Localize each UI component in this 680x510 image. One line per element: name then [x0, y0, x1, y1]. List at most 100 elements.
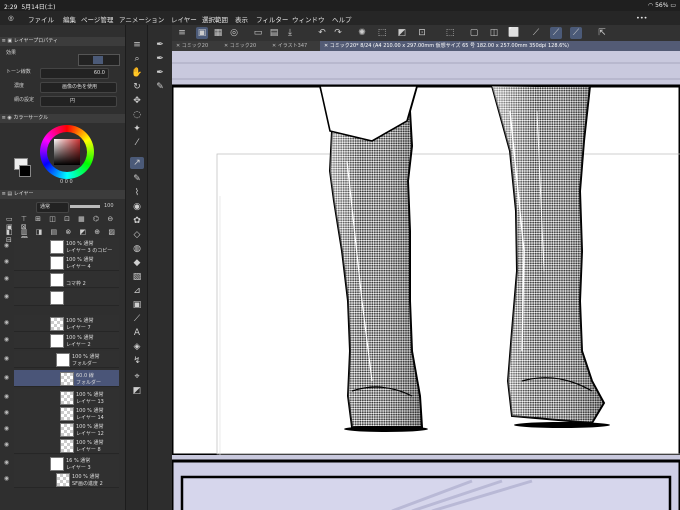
layer-panel-header[interactable]: ≡ ▤ レイヤー	[0, 190, 125, 199]
sub-tool-pen-icon[interactable]: ✒	[153, 39, 167, 51]
tab-comic-1[interactable]: ✕ コミック20	[172, 41, 222, 51]
layer-row[interactable]: ◉ 100 % 通常 レイヤー 14	[4, 405, 119, 422]
layer-row[interactable]: ◉ 100 % 通常 レイヤー 4	[4, 254, 119, 271]
opacity-slider[interactable]	[70, 205, 100, 208]
clear-icon[interactable]: ⬚	[376, 27, 388, 39]
layer-row[interactable]: ◉ 100 % 通常 レイヤー 12	[4, 421, 119, 438]
layer-row[interactable]: ◉ 100 % 通常 レイヤー 2	[4, 332, 119, 349]
line-correction-icon[interactable]: ↯	[130, 355, 144, 367]
layer-row[interactable]: ◉ 100 % 通常 レイヤー 3 のコピー	[4, 238, 119, 255]
eye-icon[interactable]: ◉	[3, 336, 10, 343]
layer-row[interactable]: ◉ 100 % 通常 レイヤー 13	[4, 389, 119, 406]
save-icon[interactable]: ⤓	[284, 27, 296, 39]
layer-view-icon[interactable]: ▣	[196, 27, 208, 39]
layer-row[interactable]: ◉ 100 % 通常 レイヤー 8	[4, 437, 119, 454]
loading-icon[interactable]: ✺	[356, 27, 368, 39]
menu-view[interactable]: 表示	[235, 14, 248, 24]
eye-icon[interactable]: ◉	[3, 459, 10, 466]
more-icon[interactable]: •••	[636, 14, 648, 22]
eye-icon[interactable]: ◉	[3, 275, 10, 282]
eye-icon[interactable]: ◉	[3, 425, 10, 432]
effect-buttons[interactable]	[78, 54, 120, 66]
color-select[interactable]: 画像の色を使用	[40, 82, 117, 93]
canvas-area[interactable]	[172, 51, 680, 510]
shape-select[interactable]: 円	[40, 96, 117, 107]
gradient-icon[interactable]: ▧	[130, 271, 144, 283]
lasso-icon[interactable]: ◌	[130, 109, 144, 121]
move-icon[interactable]: ✥	[130, 95, 144, 107]
menu-help[interactable]: ヘルプ	[332, 14, 352, 24]
eye-icon[interactable]: ◉	[3, 319, 10, 326]
eye-icon[interactable]: ◉	[3, 475, 10, 482]
eyedropper-icon[interactable]: ⁄	[130, 137, 144, 149]
sub-tool-pen2-icon[interactable]: ✒	[153, 53, 167, 65]
blend-mode-select[interactable]: 通常	[36, 202, 69, 213]
crop-icon[interactable]: ▢	[468, 27, 480, 39]
open-icon[interactable]: ▤	[268, 27, 280, 39]
color-circle-header[interactable]: ≡ ◉ カラーサークル	[0, 114, 125, 123]
menu-selection[interactable]: 選択範囲	[202, 14, 228, 24]
settings-icon[interactable]: ◎	[228, 27, 240, 39]
expand-icon[interactable]: ⬜	[508, 27, 520, 39]
eye-icon[interactable]: ◉	[3, 355, 10, 362]
eye-icon[interactable]: ◉	[3, 409, 10, 416]
deselect-icon[interactable]: ⬚	[444, 27, 456, 39]
balloon-icon[interactable]: ◈	[130, 341, 144, 353]
snap-ruler-icon[interactable]: ⟋	[530, 27, 542, 39]
redo-icon[interactable]: ↷	[332, 27, 344, 39]
menu-file[interactable]: ファイル	[28, 14, 54, 24]
layer-row[interactable]: ◉ コマ枠 2	[4, 271, 119, 288]
layer-row[interactable]: ◉ 60.0 線フォルダー	[4, 370, 119, 387]
magic-wand-icon[interactable]: ✦	[130, 123, 144, 135]
decoration-icon[interactable]: ✿	[130, 215, 144, 227]
view-icon[interactable]: ▦	[212, 27, 224, 39]
sub-tool-pen3-icon[interactable]: ✒	[153, 67, 167, 79]
menu-toggle-icon[interactable]: ≡	[176, 27, 188, 39]
fill-icon[interactable]: ◆	[130, 257, 144, 269]
layer-row[interactable]: ◉	[4, 289, 119, 306]
zoom-icon[interactable]: ⌕	[130, 53, 144, 65]
frame-icon[interactable]: ▣	[130, 299, 144, 311]
menu-layer[interactable]: レイヤー	[171, 14, 197, 24]
snap-grid-icon[interactable]: ⟋	[570, 27, 582, 39]
layer-row[interactable]: ◉ 16 % 通常 レイヤー 3	[4, 455, 119, 472]
eye-icon[interactable]: ◉	[3, 242, 10, 249]
saturation-square[interactable]	[54, 139, 80, 165]
tone-effect-button[interactable]	[93, 56, 103, 64]
pencil-icon[interactable]: ✎	[130, 173, 144, 185]
manga-page[interactable]	[172, 51, 680, 510]
eye-icon[interactable]: ◉	[3, 258, 10, 265]
hand-icon[interactable]: ✋	[130, 67, 144, 79]
eye-icon[interactable]: ◉	[3, 393, 10, 400]
eye-icon[interactable]: ◉	[3, 374, 10, 381]
airbrush-icon[interactable]: ◉	[130, 201, 144, 213]
brush-icon[interactable]: ⌇	[130, 187, 144, 199]
layer-row[interactable]: ◉ 100 % 通常 レイヤー 7	[4, 315, 119, 332]
object-icon[interactable]: ⌖	[130, 371, 144, 383]
blend-icon[interactable]: ◍	[130, 243, 144, 255]
snap-special-icon[interactable]: ⟋	[550, 27, 562, 39]
tone-density-field[interactable]: 60.0	[40, 68, 109, 79]
menu-window[interactable]: ウィンドウ	[292, 14, 325, 24]
fill-selection-icon[interactable]: ◩	[396, 27, 408, 39]
tab-comic-2[interactable]: ✕ コミック20	[220, 41, 270, 51]
menu-icon[interactable]: ≡	[130, 39, 144, 51]
rotate-icon[interactable]: ↻	[130, 81, 144, 93]
layer-property-header[interactable]: ≡ ▣ レイヤープロパティ	[0, 37, 125, 46]
layer-row[interactable]: ◉ 100 % 通常 SF画の進度 2	[4, 471, 119, 488]
ruler-icon[interactable]: ⟋	[130, 313, 144, 325]
tab-illust[interactable]: ✕ イラスト347	[268, 41, 322, 51]
layer-row[interactable]: ◉ 100 % 通常 フォルダー	[4, 351, 119, 368]
eye-icon[interactable]: ◉	[3, 441, 10, 448]
tab-active-comic[interactable]: ✕ コミック20* 8/24 (A4 210.00 x 297.00mm 仮想サ…	[320, 41, 680, 51]
menu-animation[interactable]: アニメーション	[119, 14, 164, 24]
hue-ring[interactable]	[40, 125, 94, 179]
swatch-icon[interactable]: ◩	[130, 385, 144, 397]
undo-icon[interactable]: ↶	[316, 27, 328, 39]
text-icon[interactable]: A	[130, 327, 144, 339]
menu-page[interactable]: ページ管理	[81, 14, 113, 24]
new-icon[interactable]: ▭	[252, 27, 264, 39]
menu-edit[interactable]: 編集	[63, 14, 76, 24]
figure-icon[interactable]: ⊿	[130, 285, 144, 297]
eye-icon[interactable]: ◉	[3, 293, 10, 300]
